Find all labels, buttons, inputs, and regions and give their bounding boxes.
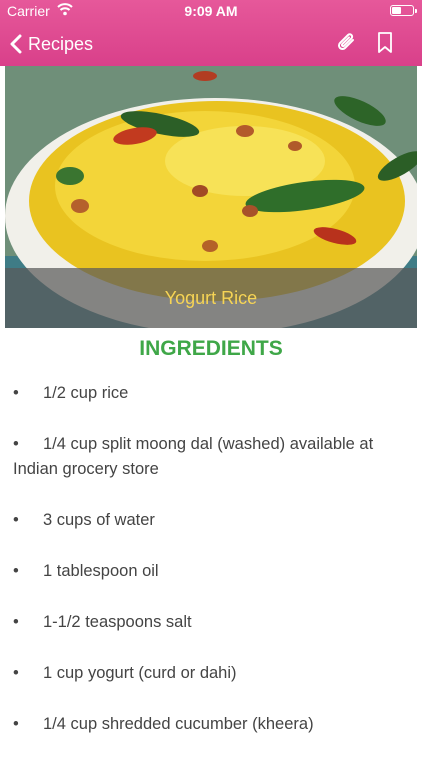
back-button[interactable]: Recipes (10, 31, 93, 57)
ingredient-item: • 1-1/2 teaspoons salt (13, 610, 409, 635)
bullet: • (13, 613, 19, 631)
ingredient-item: • 3 cups of water (13, 508, 409, 533)
status-bar: Carrier 9:09 AM (0, 0, 422, 22)
ingredient-item: • 1/4 cup split moong dal (washed) availa… (13, 432, 409, 482)
battery-icon (390, 5, 417, 16)
ingredient-item: • 1/2 cup rice (13, 381, 409, 406)
ingredients-heading: INGREDIENTS (139, 337, 283, 360)
bullet: • (13, 511, 19, 529)
bullet: • (13, 715, 19, 733)
ingredient-text: 1/4 cup split moong dal (washed) availab… (13, 435, 374, 478)
ingredient-text: 1 tablespoon oil (43, 562, 159, 580)
bullet: • (13, 664, 19, 682)
nav-bar: Recipes (0, 22, 422, 66)
chevron-left-icon (10, 34, 22, 54)
ingredient-item: • 1/4 cup shredded cucumber (kheera) (13, 712, 409, 737)
paperclip-icon[interactable] (335, 31, 359, 55)
ingredient-text: 1/2 cup rice (43, 384, 129, 402)
ingredient-text: 1/4 cup shredded cucumber (kheera) (43, 715, 314, 733)
ingredient-item: • 1 tablespoon oil (13, 559, 409, 584)
bookmark-icon[interactable] (376, 31, 394, 55)
bullet: • (13, 435, 19, 453)
bullet: • (13, 384, 19, 402)
top-bar: Carrier 9:09 AM Recipes (0, 0, 422, 66)
ingredients-list: • 1/2 cup rice • 1/4 cup split moong dal (… (13, 381, 409, 763)
ingredient-text: 1 cup yogurt (curd or dahi) (43, 664, 237, 682)
ingredient-text: 3 cups of water (43, 511, 155, 529)
back-label: Recipes (28, 33, 94, 54)
recipe-title: Yogurt Rice (164, 287, 258, 308)
recipe-hero-image: Yogurt Rice (5, 66, 417, 328)
ingredient-text: 1-1/2 teaspoons salt (43, 613, 192, 631)
recipe-title-caption: Yogurt Rice (5, 268, 417, 328)
bullet: • (13, 562, 19, 580)
ingredient-item: • 1 cup yogurt (curd or dahi) (13, 661, 409, 686)
status-time: 9:09 AM (184, 3, 238, 19)
